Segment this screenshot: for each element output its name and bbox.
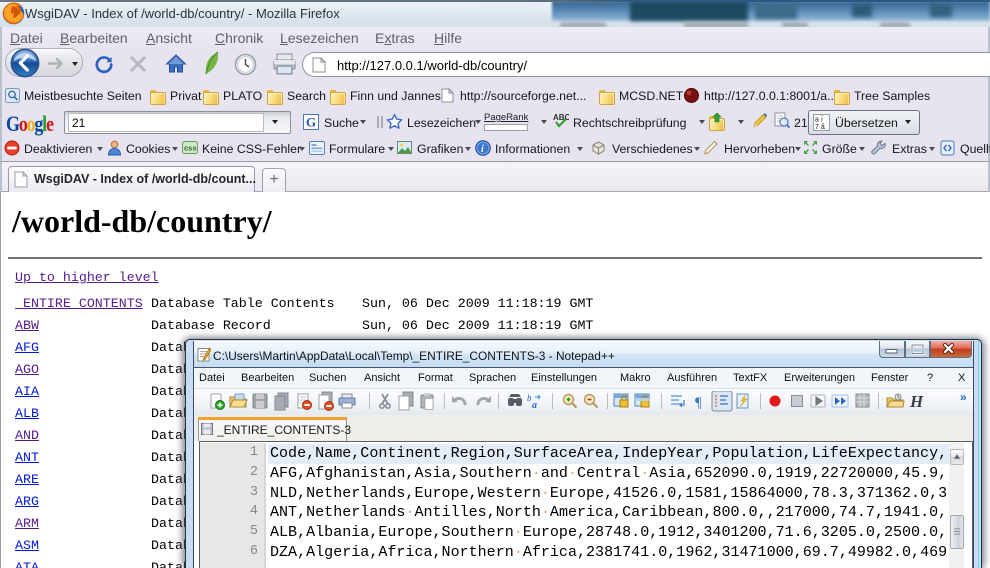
svg-text:a: a [532,400,537,411]
svg-text:i: i [481,144,484,155]
svg-text:»: » [960,391,967,404]
svg-text:css: css [184,144,197,153]
svg-text:¶: ¶ [695,395,702,411]
svg-text:H: H [909,392,924,411]
svg-text:G: G [306,115,316,130]
svg-text:a ı́: a ı́ [815,115,823,124]
svg-text:ABC: ABC [553,113,569,122]
svg-text:7 a̋: 7 a̋ [815,123,825,131]
